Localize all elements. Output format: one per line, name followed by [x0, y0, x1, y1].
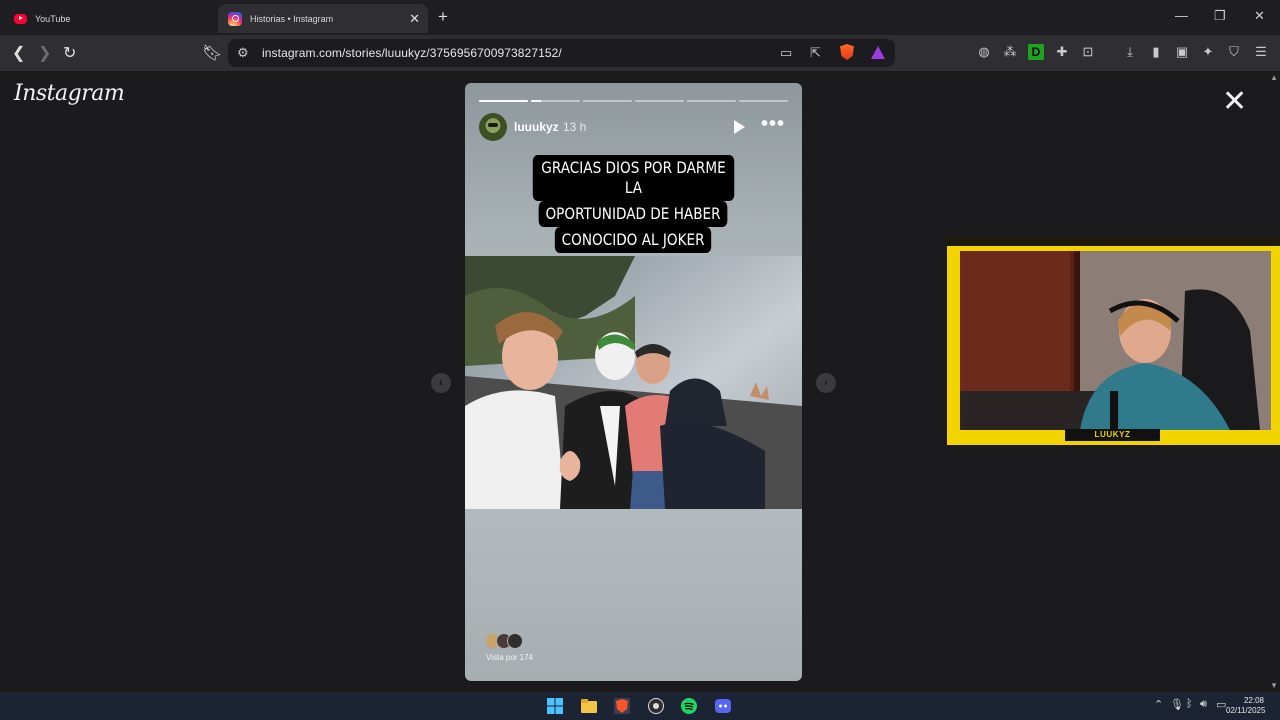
scroll-down-icon[interactable]: ▼ [1270, 681, 1278, 690]
windows-taskbar: ⌃ 🎙︎ ᛒ 🔊︎ ▭ 22:08 02/11/2025 [0, 692, 1280, 720]
sidebar-icon[interactable]: ▮ [1148, 44, 1164, 60]
browser-tab-strip: YouTube Historias • Instagram ✕ + — ❐ ✕ [0, 0, 1280, 35]
show-hidden-icons-chevron-icon[interactable]: ⌃ [1154, 698, 1163, 711]
microphone-icon[interactable]: 🎙︎ [1170, 698, 1184, 711]
obs-icon[interactable] [648, 698, 664, 714]
play-icon[interactable] [734, 120, 745, 134]
vpn-shield-icon[interactable]: ⛉ [1226, 44, 1242, 60]
windows-start-icon[interactable] [547, 698, 563, 714]
story-photo [465, 256, 802, 509]
story-header: luuukyz 13 h ••• [479, 113, 788, 141]
webcam-video [960, 251, 1271, 430]
close-window-button[interactable]: ✕ [1254, 8, 1265, 24]
download-icon[interactable]: ⤓ [1122, 44, 1138, 60]
close-tab-icon[interactable]: ✕ [409, 11, 420, 27]
viewer-count: Vista por 174 [486, 653, 533, 662]
avatar[interactable] [479, 113, 507, 141]
progress-segment [583, 100, 632, 102]
instagram-logo[interactable]: Instagram [14, 81, 125, 106]
browser-toolbar: ❮ ❯ ↻ 🔖︎ ⚙ instagram.com/stories/luuukyz… [0, 35, 1280, 71]
youtube-icon [14, 13, 27, 24]
progress-segment [739, 100, 788, 102]
more-options-icon[interactable]: ••• [761, 113, 785, 136]
taskbar-clock[interactable]: 22:08 02/11/2025 [1226, 696, 1266, 716]
url-text[interactable]: instagram.com/stories/luuukyz/3756956700… [262, 46, 562, 60]
tab-instagram-stories[interactable]: Historias • Instagram ✕ [218, 4, 428, 33]
webcam-overlay: LUUKYZ [947, 238, 1280, 445]
avatar [507, 633, 523, 649]
brave-rewards-icon[interactable] [871, 46, 885, 59]
viewer-avatars [485, 633, 533, 649]
progress-segment [687, 100, 736, 102]
story-viewer[interactable]: luuukyz 13 h ••• GRACIAS DIOS POR DARME … [465, 83, 802, 681]
progress-segment [635, 100, 684, 102]
share-icon[interactable]: ⇱ [810, 45, 821, 61]
vpn-globe-icon[interactable]: ◍ [976, 44, 992, 60]
reload-button[interactable]: ↻ [63, 43, 76, 63]
wallet-icon[interactable]: ▣ [1174, 44, 1190, 60]
caption-line: OPORTUNIDAD DE HABER [515, 201, 752, 227]
previous-story-button[interactable]: ‹ [431, 373, 451, 393]
group-photo-image [465, 256, 802, 509]
streamer-name-label: LUUKYZ [1065, 429, 1160, 441]
new-tab-button[interactable]: + [438, 7, 448, 27]
tab-title: Historias • Instagram [250, 13, 334, 24]
address-bar[interactable]: ⚙ instagram.com/stories/luuukyz/37569567… [228, 39, 895, 67]
site-settings-icon[interactable]: ⚙ [237, 45, 249, 61]
instagram-icon [228, 11, 242, 26]
instagram-stories-page: Instagram ✕ ▲ ▼ ‹ › luuukyz 13 h ••• GRA… [0, 71, 1280, 692]
screenshot-icon[interactable]: ⊡ [1080, 44, 1096, 60]
scroll-up-icon[interactable]: ▲ [1270, 73, 1278, 82]
caption-line: CONOCIDO AL JOKER [515, 227, 752, 253]
restore-window-button[interactable]: ❐ [1214, 8, 1226, 24]
bookmark-icon[interactable]: 🔖︎ [202, 43, 222, 63]
extension-icon[interactable]: ⁂ [1002, 44, 1018, 60]
leo-ai-icon[interactable]: ✦ [1200, 44, 1216, 60]
caption-line: GRACIAS DIOS POR DARME LA [515, 155, 752, 201]
tab-youtube[interactable]: YouTube [4, 4, 216, 33]
clock-date: 02/11/2025 [1226, 706, 1266, 715]
discord-icon[interactable] [715, 698, 731, 714]
next-story-button[interactable]: › [816, 373, 836, 393]
volume-icon[interactable]: 🔊︎ [1200, 698, 1207, 711]
spotify-icon[interactable] [681, 698, 697, 714]
progress-segment [479, 100, 528, 102]
brave-shields-icon[interactable] [840, 44, 854, 60]
close-stories-icon[interactable]: ✕ [1222, 87, 1247, 117]
extensions-puzzle-icon[interactable]: ✚ [1054, 44, 1070, 60]
story-username[interactable]: luuukyz [514, 120, 559, 134]
d-extension-icon[interactable]: D [1028, 44, 1044, 60]
brave-browser-icon[interactable] [614, 698, 630, 714]
bluetooth-icon[interactable]: ᛒ [1186, 698, 1193, 710]
story-viewers[interactable]: Vista por 174 [485, 633, 533, 662]
minimize-window-button[interactable]: — [1175, 8, 1188, 23]
streamer-webcam-image [960, 251, 1271, 430]
tab-title: YouTube [35, 13, 71, 24]
progress-segment [531, 100, 580, 102]
back-button[interactable]: ❮ [12, 43, 25, 63]
cast-icon[interactable]: ▭ [780, 45, 792, 61]
story-caption: GRACIAS DIOS POR DARME LA OPORTUNIDAD DE… [515, 155, 752, 253]
story-progress-bar [479, 100, 788, 102]
menu-icon[interactable]: ☰ [1253, 44, 1269, 60]
story-timestamp: 13 h [563, 120, 587, 134]
forward-button[interactable]: ❯ [38, 43, 51, 63]
network-icon[interactable]: ▭ [1216, 698, 1226, 711]
clock-time: 22:08 [1243, 696, 1264, 705]
file-explorer-icon[interactable] [581, 698, 597, 714]
